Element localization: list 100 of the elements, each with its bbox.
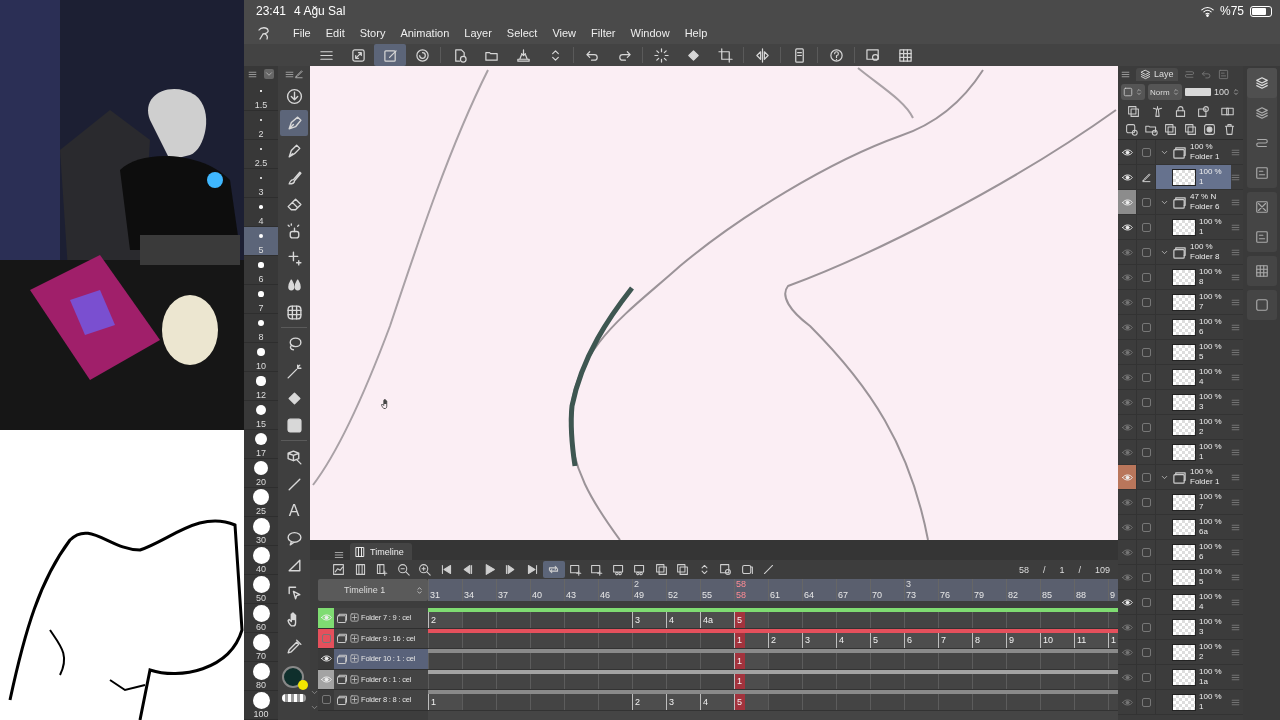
layer-opacity: 100 % (1199, 517, 1222, 527)
timeline-cell[interactable]: 4 (666, 612, 700, 628)
layer-name: 1a (1199, 677, 1209, 687)
layer-name: 6a (1199, 527, 1209, 537)
timeline-cell[interactable]: 2 (428, 612, 462, 628)
status-date: 4 Ağu Sal (294, 4, 346, 18)
layer-row[interactable]: 100 % 2 (1118, 640, 1243, 665)
menu-item[interactable]: Story (352, 27, 394, 39)
timeline-cell[interactable]: 3 (666, 694, 700, 710)
frame-number: 76 (940, 590, 951, 601)
frame-number: 31 (430, 590, 441, 601)
panel-tab[interactable]: Timeline (350, 543, 412, 560)
layer-row[interactable]: 100 % 5 (1118, 565, 1243, 590)
layer-opacity: 100 % (1199, 592, 1222, 602)
layer-row[interactable]: 100 % 5 (1118, 340, 1243, 365)
clock-time: 23:41 (256, 4, 287, 18)
layer-row[interactable]: 100 % 1 (1118, 215, 1243, 240)
timeline-cell[interactable]: 5 (734, 612, 768, 628)
menu-item[interactable]: Filter (584, 27, 624, 39)
section-label: 3 (906, 579, 911, 589)
layer-row[interactable]: 100 % 4 (1118, 590, 1243, 615)
layer-row[interactable]: 100 % 7 (1118, 290, 1243, 315)
frame-number: 67 (838, 590, 849, 601)
layer-row[interactable]: 47 % N Folder 6 (1118, 190, 1243, 215)
layer-row[interactable]: 100 % Folder 8 (1118, 240, 1243, 265)
layer-row[interactable]: 100 % 1a (1118, 665, 1243, 690)
layer-row[interactable]: 100 % 3 (1118, 615, 1243, 640)
layer-opacity: 100 % (1199, 217, 1222, 227)
menu-item[interactable]: Help (677, 27, 716, 39)
layer-name: 4 (1199, 602, 1205, 612)
frame-number: 49 (634, 590, 645, 601)
frame-counter: 58 (1017, 564, 1030, 575)
layer-opacity: 100 % (1199, 492, 1222, 502)
layer-name: 7 (1199, 302, 1205, 312)
menu-item[interactable]: View (545, 27, 585, 39)
frame-number: 43 (566, 590, 577, 601)
layer-name: 5 (1199, 352, 1205, 362)
layer-opacity: 100 % (1199, 392, 1222, 402)
layer-opacity: 100 % (1199, 617, 1222, 627)
frame-number: 82 (1008, 590, 1019, 601)
timeline-cell[interactable]: 4 (700, 694, 734, 710)
frame-number: 85 (1042, 590, 1053, 601)
layer-opacity: 100 % (1190, 467, 1214, 477)
text-tool-button[interactable]: A (280, 498, 308, 524)
frame-number: 64 (804, 590, 815, 601)
layer-name: 2 (1199, 652, 1205, 662)
layer-row[interactable]: 100 % 6 (1118, 540, 1243, 565)
layer-row[interactable]: 100 % 7 (1118, 490, 1243, 515)
layer-name: 1 (1199, 227, 1205, 237)
layer-row[interactable]: 100 % 4 (1118, 365, 1243, 390)
timeline-cell[interactable]: 1 (428, 694, 462, 710)
timeline-cell[interactable]: 2 (632, 694, 666, 710)
layer-name: 1 (1199, 177, 1205, 187)
menu-item[interactable]: Animation (393, 27, 458, 39)
section-label: 2 (634, 579, 639, 589)
layer-row[interactable]: 100 % Folder 1 (1118, 465, 1243, 490)
frame-number: 61 (770, 590, 781, 601)
frame-number: 58 (736, 590, 747, 601)
layer-row[interactable]: 100 % 3 (1118, 390, 1243, 415)
layer-opacity: 100 % (1199, 292, 1222, 302)
layer-name: 4 (1199, 377, 1205, 387)
panel-tab[interactable]: Laye (1136, 67, 1178, 81)
layer-row[interactable]: 100 % 6 (1118, 315, 1243, 340)
layer-opacity: 100 % (1199, 367, 1222, 377)
menu-item[interactable]: Select (499, 27, 546, 39)
layer-row[interactable]: 100 % 2 (1118, 415, 1243, 440)
timeline-selector[interactable]: Timeline 1 (318, 579, 428, 601)
layer-name: Folder 6 (1190, 202, 1220, 212)
layer-opacity: 100 % (1199, 417, 1222, 427)
frame-number: 40 (532, 590, 543, 601)
layer-row[interactable]: 100 % 6a (1118, 515, 1243, 540)
menu-item[interactable]: Edit (318, 27, 353, 39)
battery-percent: %75 (1219, 4, 1244, 18)
playhead-label: 58 (736, 579, 746, 589)
brush-size-item[interactable]: 5 (244, 227, 278, 256)
layer-opacity: 47 % N (1190, 192, 1218, 202)
layer-row[interactable]: 100 % 1 (1118, 690, 1243, 715)
frame-number: 46 (600, 590, 611, 601)
layer-row[interactable]: 100 % 1 (1118, 440, 1243, 465)
menu-item[interactable]: File (286, 27, 319, 39)
layer-name: 1 (1199, 452, 1205, 462)
frame-number: 37 (498, 590, 509, 601)
menu-item[interactable]: Window (623, 27, 678, 39)
timeline-cell[interactable]: 4a (700, 612, 734, 628)
timeline-cell[interactable]: 3 (632, 612, 666, 628)
layer-row[interactable]: 100 % 8 (1118, 265, 1243, 290)
frame-number: 55 (702, 590, 713, 601)
layer-name: 6 (1199, 327, 1205, 337)
frame-number: 88 (1076, 590, 1087, 601)
layer-name: 6 (1199, 552, 1205, 562)
frame-number: 34 (464, 590, 475, 601)
layer-name: Folder 1 (1190, 477, 1220, 487)
timeline-cell[interactable]: 1 (734, 653, 768, 669)
layer-opacity: 100 % (1199, 692, 1222, 702)
blend-mode-dropdown[interactable]: Norm (1148, 84, 1182, 100)
layer-opacity: 100 % (1199, 667, 1222, 677)
layer-opacity: 100 % (1199, 167, 1222, 177)
timeline-cell[interactable]: 5 (734, 694, 768, 710)
layer-opacity: 100 % (1199, 567, 1222, 577)
menu-item[interactable]: Layer (457, 27, 500, 39)
